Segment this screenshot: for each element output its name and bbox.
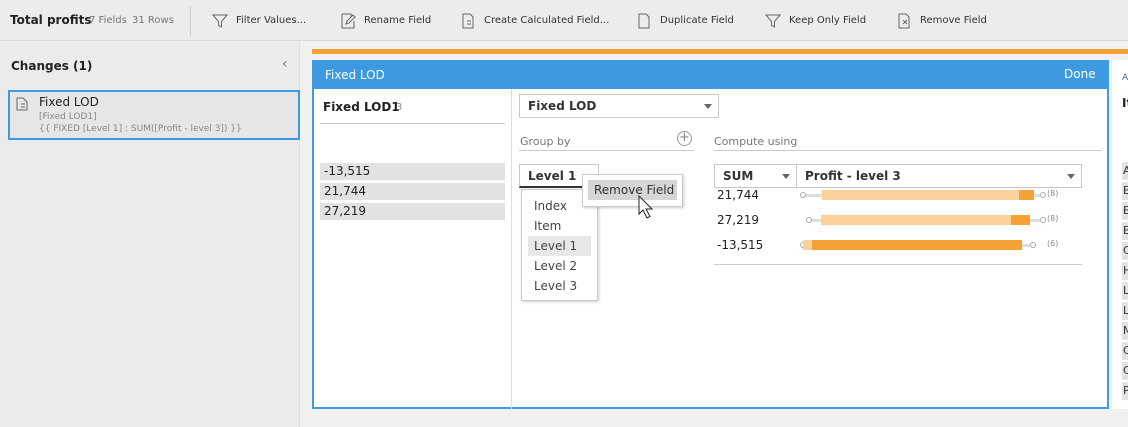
field-value-count: 3 [396, 102, 403, 113]
calculated-field-icon [16, 97, 28, 111]
label: Level 1 [528, 168, 577, 183]
result-count: (8) [1047, 189, 1059, 198]
duplicate-field-button[interactable]: Duplicate Field [636, 0, 734, 41]
menu-item-item[interactable]: Item [528, 216, 591, 236]
label: Remove Field [920, 15, 987, 26]
duplicate-icon [638, 13, 650, 28]
collapse-chevron-icon[interactable]: ‹ [282, 56, 288, 72]
result-value: -13,515 [717, 238, 764, 252]
add-group-icon[interactable]: + [677, 131, 692, 146]
profile-pane: A It AEEECHLLMCCP [1112, 60, 1128, 409]
min-marker [800, 192, 806, 198]
divider [511, 89, 512, 409]
keep-only-field-button[interactable]: Keep Only Field [765, 0, 866, 41]
label: Profit - level 3 [805, 169, 901, 183]
rename-field-button[interactable]: Rename Field [340, 0, 431, 41]
profile-value[interactable]: E [1122, 182, 1128, 200]
selection-bar [312, 49, 1128, 54]
field-value[interactable]: -13,515 [320, 163, 505, 180]
max-marker [1039, 192, 1046, 198]
field-count: 7 Fields [89, 15, 127, 26]
distribution-bar [821, 215, 1030, 225]
remove-field-menu-item[interactable]: Remove Field [588, 180, 677, 200]
keep-only-icon [765, 14, 781, 28]
measure-dropdown[interactable]: Profit - level 3 [796, 164, 1082, 188]
profile-value[interactable]: L [1122, 302, 1128, 320]
profile-value[interactable]: C [1122, 362, 1128, 380]
label: Create Calculated Field... [484, 15, 610, 26]
remove-field-button[interactable]: Remove Field [896, 0, 987, 41]
divider [320, 123, 505, 124]
divider [519, 150, 694, 151]
result-value: 27,219 [717, 213, 759, 227]
field-name: Fixed LOD1 [323, 100, 400, 114]
create-calculated-field-button[interactable]: Create Calculated Field... [460, 0, 609, 41]
row-count: 31 Rows [132, 15, 174, 26]
profile-value[interactable]: C [1122, 342, 1128, 360]
calc-editor: Fixed LOD Done Fixed LOD1 3 -13,515 21,7… [312, 60, 1109, 409]
profile-header: A [1122, 73, 1128, 83]
aggregation-dropdown[interactable]: SUM [714, 164, 797, 188]
change-name: Fixed LOD [39, 95, 99, 109]
filter-values-button[interactable]: Filter Values... [212, 0, 306, 41]
label: Fixed LOD [528, 99, 597, 113]
profile-value[interactable]: L [1122, 282, 1128, 300]
profile-value[interactable]: C [1122, 242, 1128, 260]
toolbar: Total profits 7 Fields 31 Rows Filter Va… [0, 0, 1128, 41]
filter-icon [212, 14, 228, 28]
group-by-label: Group by [520, 135, 571, 148]
max-marker [1039, 217, 1046, 223]
menu-item-level-1[interactable]: Level 1 [528, 236, 591, 256]
context-menu: Remove Field [582, 174, 683, 207]
editor-header: Fixed LOD Done [314, 62, 1107, 89]
menu-item-level-3[interactable]: Level 3 [528, 276, 591, 296]
done-button[interactable]: Done [1064, 67, 1096, 81]
profile-value[interactable]: M [1122, 322, 1128, 340]
change-formula: {{ FIXED [Level 1] : SUM([Profit - level… [39, 124, 242, 134]
change-item[interactable]: Fixed LOD [Fixed LOD1] {{ FIXED [Level 1… [8, 90, 300, 140]
value-bar [1019, 190, 1034, 200]
changes-title: Changes (1) [11, 59, 93, 73]
dataset-title: Total profits [10, 13, 92, 27]
menu-item-level-2[interactable]: Level 2 [528, 256, 591, 276]
profile-value[interactable]: P [1122, 382, 1128, 400]
calc-type-dropdown[interactable]: Fixed LOD [519, 94, 719, 118]
chevron-down-icon [1067, 174, 1075, 179]
profile-value[interactable]: E [1122, 222, 1128, 240]
value-bar [1010, 215, 1030, 225]
value-bar [811, 240, 1022, 250]
change-field: [Fixed LOD1] [39, 112, 97, 122]
divider [714, 150, 1102, 151]
divider [190, 6, 191, 36]
chevron-down-icon [782, 174, 790, 179]
editor-title: Fixed LOD [325, 68, 385, 82]
remove-field-icon [898, 13, 910, 28]
label: SUM [723, 169, 754, 183]
label: Keep Only Field [789, 15, 867, 26]
result-value: 21,744 [717, 188, 759, 202]
profile-value[interactable]: H [1122, 262, 1128, 280]
field-value[interactable]: 21,744 [320, 183, 505, 200]
cursor-icon [638, 195, 654, 219]
result-count: (8) [1047, 214, 1059, 223]
changes-pane: Changes (1) ‹ Fixed LOD [Fixed LOD1] {{ … [0, 42, 300, 427]
min-marker [806, 217, 812, 223]
max-marker [1030, 242, 1036, 248]
label: Duplicate Field [660, 15, 734, 26]
profile-title: It [1122, 96, 1128, 110]
rename-icon [341, 13, 356, 28]
field-value[interactable]: 27,219 [320, 203, 505, 220]
label: Filter Values... [236, 15, 307, 26]
label: Rename Field [364, 15, 432, 26]
calculated-field-icon [462, 13, 474, 28]
distribution-bar [821, 190, 1034, 200]
compute-using-label: Compute using [714, 135, 798, 148]
profile-value[interactable]: A [1122, 162, 1128, 180]
result-count: (6) [1047, 239, 1059, 248]
chevron-down-icon [704, 104, 712, 109]
divider [714, 264, 1082, 265]
profile-value[interactable]: E [1122, 202, 1128, 220]
